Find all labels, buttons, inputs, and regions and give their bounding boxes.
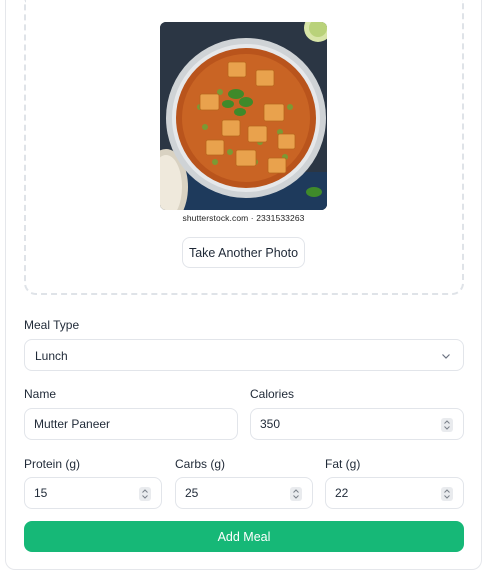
stepper-arrows-icon xyxy=(444,420,450,430)
fat-label: Fat (g) xyxy=(325,457,361,471)
calories-label: Calories xyxy=(250,387,295,401)
calories-field-wrapper xyxy=(250,408,464,440)
fat-stepper[interactable] xyxy=(441,487,453,501)
photo-watermark: shutterstock.com · 2331533263 xyxy=(160,211,327,225)
chevron-down-icon xyxy=(442,354,450,359)
calories-stepper[interactable] xyxy=(441,418,453,432)
meal-type-select[interactable]: Lunch xyxy=(24,339,464,371)
stepper-arrows-icon xyxy=(444,489,450,499)
stepper-arrows-icon xyxy=(293,489,299,499)
meal-type-value: Lunch xyxy=(35,349,68,363)
protein-stepper[interactable] xyxy=(139,487,151,501)
protein-label: Protein (g) xyxy=(24,457,81,471)
carbs-field-wrapper xyxy=(175,477,313,509)
carbs-stepper[interactable] xyxy=(290,487,302,501)
fat-field-wrapper xyxy=(325,477,464,509)
stepper-arrows-icon xyxy=(142,489,148,499)
meal-photo xyxy=(160,22,327,210)
protein-field-wrapper xyxy=(24,477,162,509)
calories-input[interactable] xyxy=(251,409,463,439)
name-input[interactable] xyxy=(25,409,237,439)
name-label: Name xyxy=(24,387,57,401)
add-meal-button[interactable]: Add Meal xyxy=(24,521,464,552)
meal-type-label: Meal Type xyxy=(24,318,80,332)
take-another-photo-button[interactable]: Take Another Photo xyxy=(182,237,305,268)
carbs-label: Carbs (g) xyxy=(175,457,226,471)
name-field-wrapper xyxy=(24,408,238,440)
